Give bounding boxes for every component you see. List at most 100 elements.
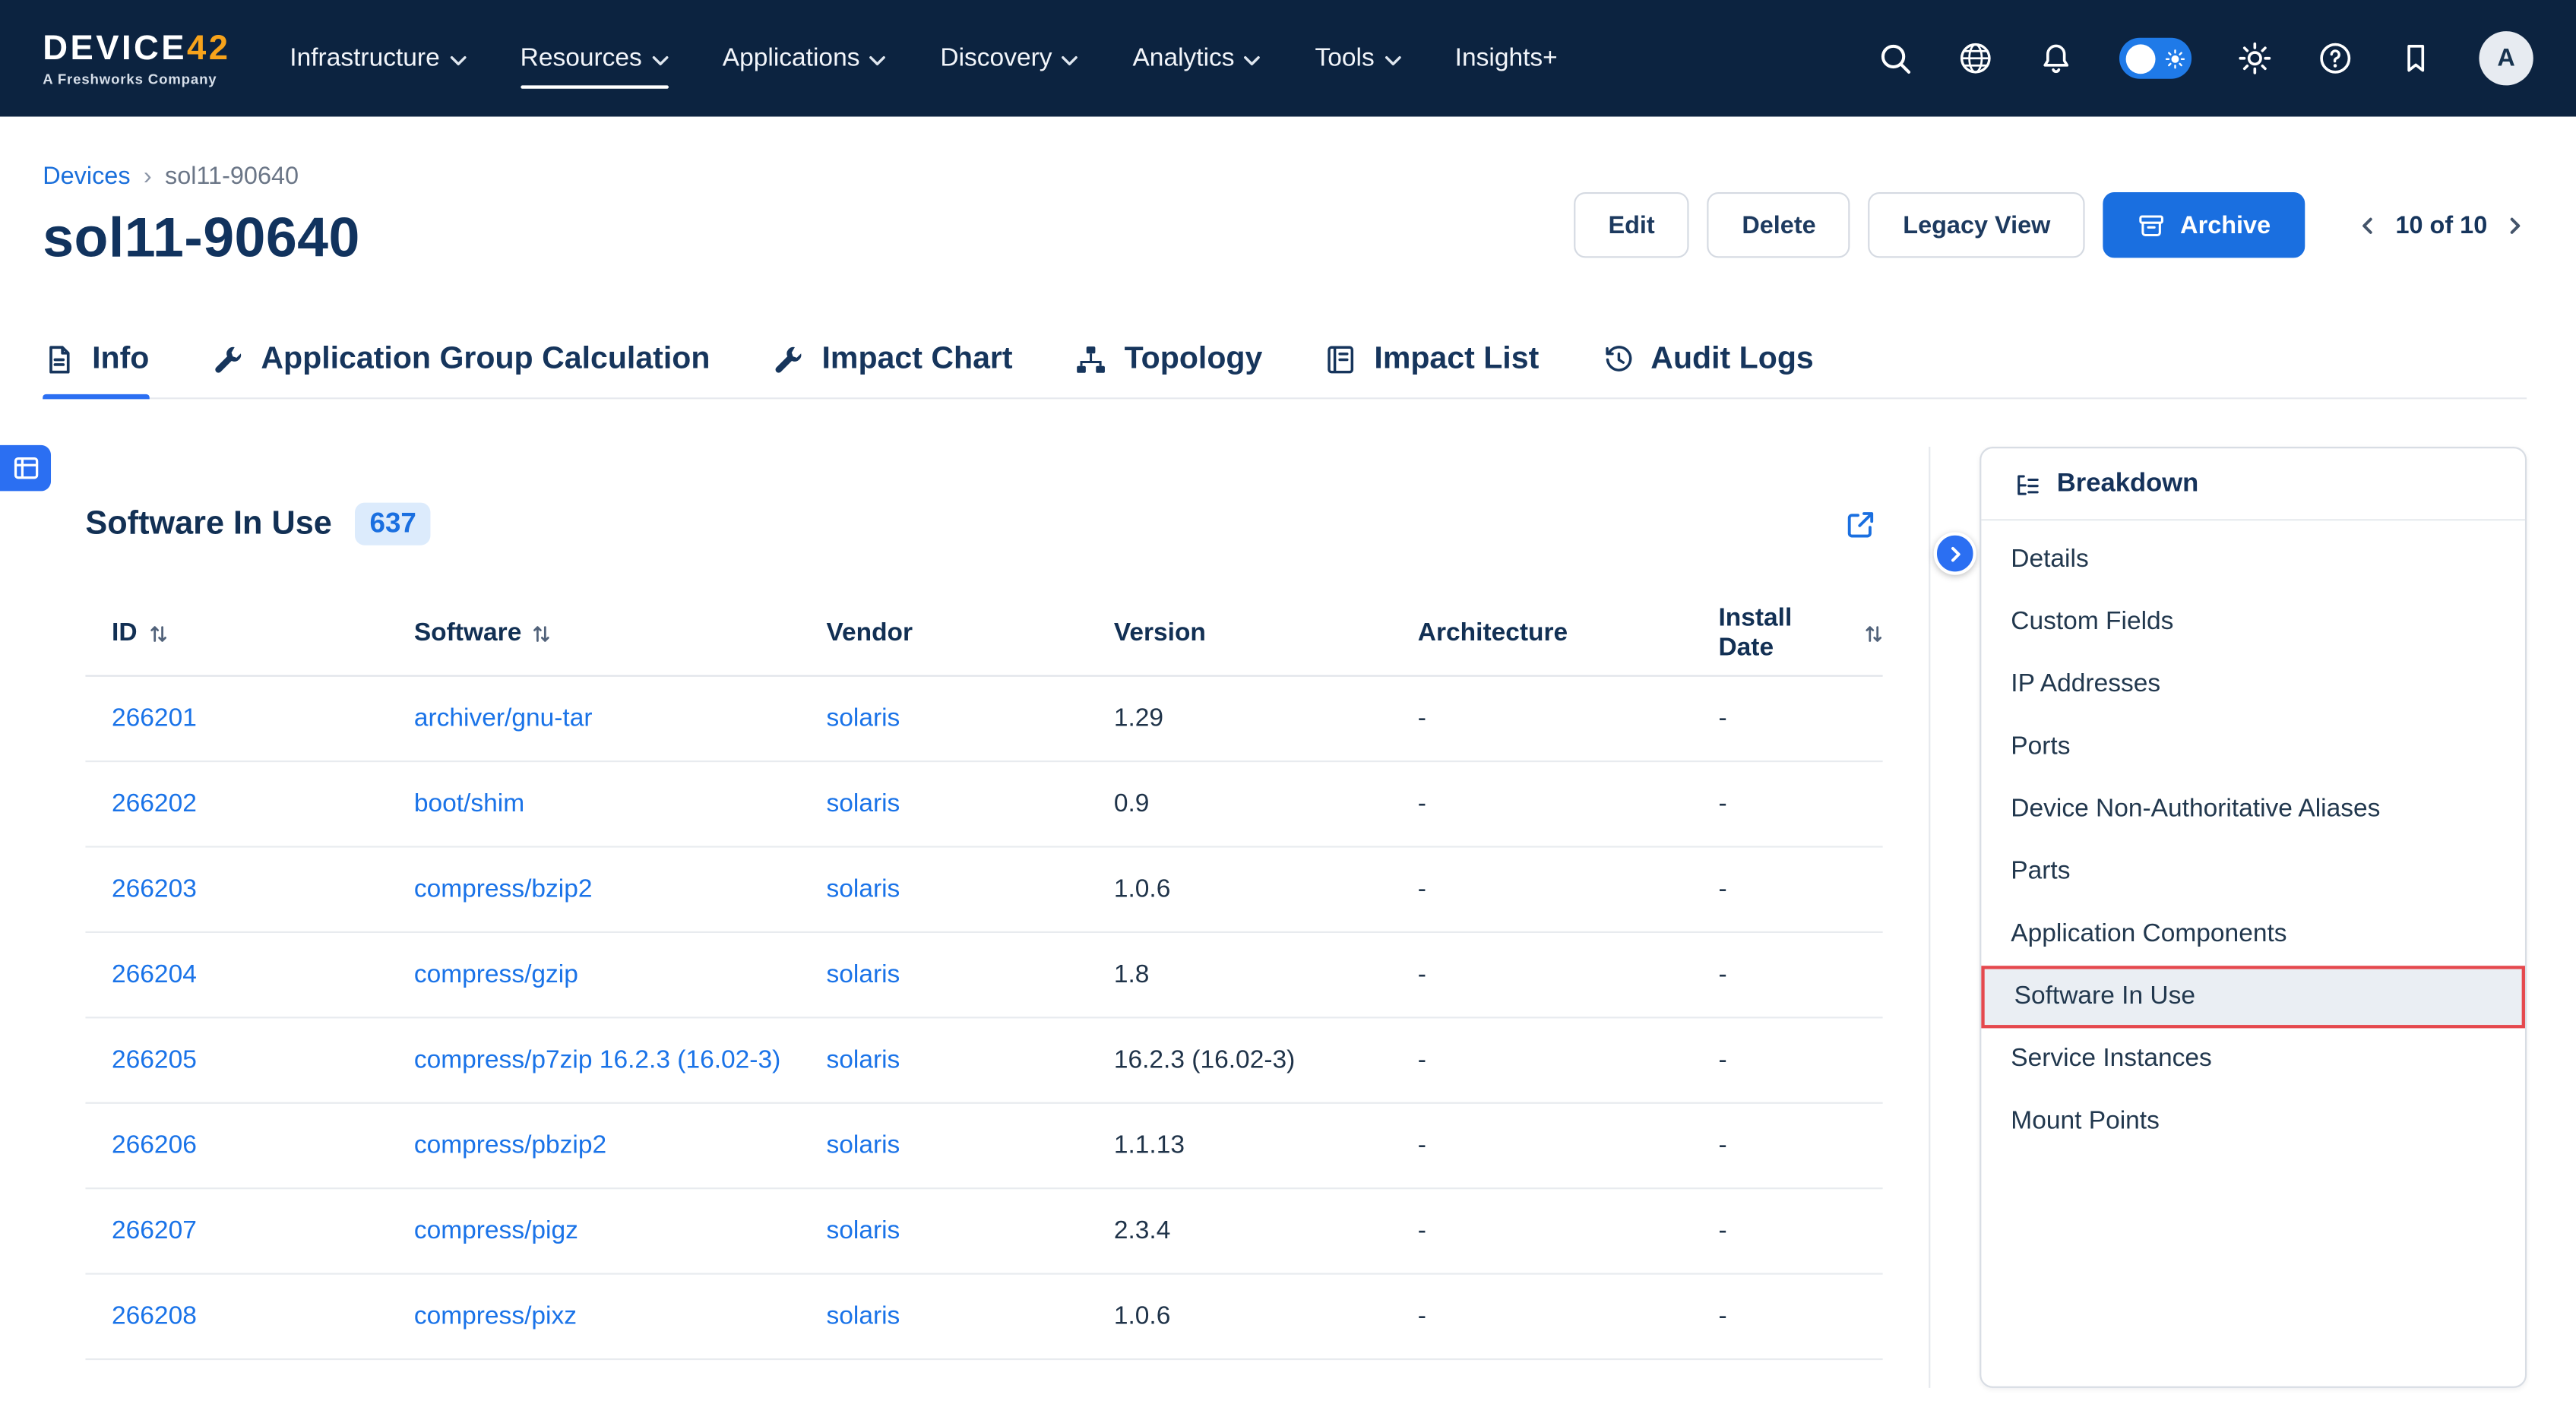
tab-info[interactable]: Info [43, 322, 149, 397]
page-actions: Edit Delete Legacy View Archive 10 of 10 [1574, 192, 2527, 258]
breadcrumb-devices-link[interactable]: Devices [43, 163, 130, 191]
row-id-link[interactable]: 266205 [112, 1046, 197, 1074]
row-version: 2.3.4 [1114, 1217, 1418, 1247]
row-id-link[interactable]: 266204 [112, 961, 197, 989]
panel-header: Software In Use 637 [85, 503, 1879, 546]
chevron-down-icon [652, 55, 669, 65]
pager-next-button[interactable] [2504, 211, 2527, 239]
row-software-link[interactable]: compress/p7zip 16.2.3 (16.02-3) [414, 1046, 780, 1074]
row-version: 0.9 [1114, 790, 1418, 820]
row-vendor-link[interactable]: solaris [826, 1046, 900, 1074]
row-id-link[interactable]: 266207 [112, 1217, 197, 1245]
delete-button[interactable]: Delete [1707, 192, 1850, 258]
top-navbar: DEVICE42 A Freshworks Company Infrastruc… [0, 0, 2576, 117]
row-id-link[interactable]: 266206 [112, 1131, 197, 1159]
row-software-link[interactable]: compress/pigz [414, 1217, 578, 1245]
column-header-architecture[interactable]: Architecture [1418, 619, 1719, 649]
row-version: 1.1.13 [1114, 1131, 1418, 1161]
breakdown-item-mount-points[interactable]: Mount Points [1981, 1091, 2525, 1153]
tab-topology[interactable]: Topology [1075, 322, 1263, 397]
toggle-knob [2126, 43, 2156, 73]
breakdown-header: Breakdown [1981, 448, 2525, 520]
row-vendor-link[interactable]: solaris [826, 790, 900, 818]
row-id-link[interactable]: 266208 [112, 1302, 197, 1330]
breakdown-item-label: Mount Points [2011, 1107, 2160, 1137]
legacy-view-button[interactable]: Legacy View [1869, 192, 2085, 258]
main-nav: Infrastructure Resources Applications Di… [290, 43, 1557, 73]
row-id-link[interactable]: 266202 [112, 790, 197, 818]
row-software-link[interactable]: boot/shim [414, 790, 524, 818]
nav-item-applications[interactable]: Applications [723, 43, 886, 73]
row-vendor-link[interactable]: solaris [826, 704, 900, 732]
tab-impact-list[interactable]: Impact List [1325, 322, 1540, 397]
theme-toggle[interactable] [2119, 38, 2191, 79]
row-vendor-link[interactable]: solaris [826, 1302, 900, 1330]
row-install-date: - [1718, 1302, 1882, 1332]
globe-icon[interactable] [1958, 41, 1992, 75]
breakdown-item-details[interactable]: Details [1981, 529, 2525, 591]
pager-prev-button[interactable] [2356, 211, 2379, 239]
row-architecture: - [1418, 1302, 1719, 1332]
row-vendor-link[interactable]: solaris [826, 1131, 900, 1159]
chevron-down-icon [869, 55, 886, 65]
tab-application-group-calculation[interactable]: Application Group Calculation [212, 322, 710, 397]
breakdown-item-software-in-use[interactable]: Software In Use [1981, 966, 2525, 1028]
breakdown-title: Breakdown [2057, 470, 2198, 499]
journal-icon [1325, 343, 1358, 376]
row-software-link[interactable]: compress/pixz [414, 1302, 577, 1330]
open-external-button[interactable] [1843, 506, 1880, 542]
row-id-link[interactable]: 266203 [112, 875, 197, 903]
panel-expand-button[interactable] [1934, 532, 1976, 574]
breakdown-item-label: Details [2011, 545, 2088, 575]
breakdown-panel: Breakdown Details Custom Fields IP Addre… [1979, 447, 2527, 1388]
nav-item-infrastructure[interactable]: Infrastructure [290, 43, 466, 73]
breakdown-item-application-components[interactable]: Application Components [1981, 903, 2525, 966]
column-header-install-date[interactable]: Install Date [1718, 604, 1882, 663]
breakdown-item-custom-fields[interactable]: Custom Fields [1981, 591, 2525, 653]
breakdown-item-ip-addresses[interactable]: IP Addresses [1981, 653, 2525, 716]
nav-item-resources[interactable]: Resources [521, 43, 669, 73]
row-vendor-link[interactable]: solaris [826, 1217, 900, 1245]
breakdown-item-ports[interactable]: Ports [1981, 716, 2525, 779]
row-software-link[interactable]: archiver/gnu-tar [414, 704, 593, 732]
nav-item-insights-plus[interactable]: Insights+ [1455, 43, 1558, 73]
breakdown-item-device-non-authoritative-aliases[interactable]: Device Non-Authoritative Aliases [1981, 779, 2525, 841]
row-version: 1.0.6 [1114, 1302, 1418, 1332]
bookmark-icon[interactable] [2399, 41, 2433, 75]
software-in-use-panel: Software In Use 637 ID Software [0, 447, 1930, 1388]
column-header-version[interactable]: Version [1114, 619, 1418, 649]
tab-audit-logs[interactable]: Audit Logs [1601, 322, 1813, 397]
archive-button[interactable]: Archive [2103, 192, 2305, 258]
user-avatar[interactable]: A [2479, 31, 2533, 85]
row-version: 1.0.6 [1114, 875, 1418, 905]
table-row: 266202 boot/shim solaris 0.9 - - [85, 763, 1882, 848]
record-pager: 10 of 10 [2356, 211, 2527, 239]
row-software-link[interactable]: compress/gzip [414, 961, 578, 989]
notifications-bell-icon[interactable] [2039, 41, 2073, 75]
nav-item-analytics[interactable]: Analytics [1132, 43, 1261, 73]
device42-logo[interactable]: DEVICE42 A Freshworks Company [43, 30, 230, 87]
row-install-date: - [1718, 1217, 1882, 1247]
wrench-icon [212, 343, 245, 376]
row-software-link[interactable]: compress/pbzip2 [414, 1131, 606, 1159]
breakdown-item-label: IP Addresses [2011, 670, 2160, 700]
row-id-link[interactable]: 266201 [112, 704, 197, 732]
row-vendor-link[interactable]: solaris [826, 961, 900, 989]
edit-button[interactable]: Edit [1574, 192, 1689, 258]
gear-icon[interactable] [2238, 41, 2272, 75]
help-icon[interactable] [2318, 41, 2353, 75]
navbar-actions: A [1878, 31, 2533, 85]
nav-item-discovery[interactable]: Discovery [940, 43, 1078, 73]
row-vendor-link[interactable]: solaris [826, 875, 900, 903]
breakdown-item-service-instances[interactable]: Service Instances [1981, 1028, 2525, 1090]
breakdown-item-parts[interactable]: Parts [1981, 841, 2525, 903]
panel-title: Software In Use [85, 505, 331, 543]
column-header-software[interactable]: Software [414, 619, 827, 649]
tab-impact-chart[interactable]: Impact Chart [773, 322, 1013, 397]
breadcrumb: Devices › sol11-90640 [43, 163, 299, 191]
nav-item-tools[interactable]: Tools [1315, 43, 1401, 73]
search-icon[interactable] [1878, 41, 1912, 75]
row-software-link[interactable]: compress/bzip2 [414, 875, 593, 903]
column-header-vendor[interactable]: Vendor [826, 619, 1113, 649]
column-header-id[interactable]: ID [112, 619, 414, 649]
